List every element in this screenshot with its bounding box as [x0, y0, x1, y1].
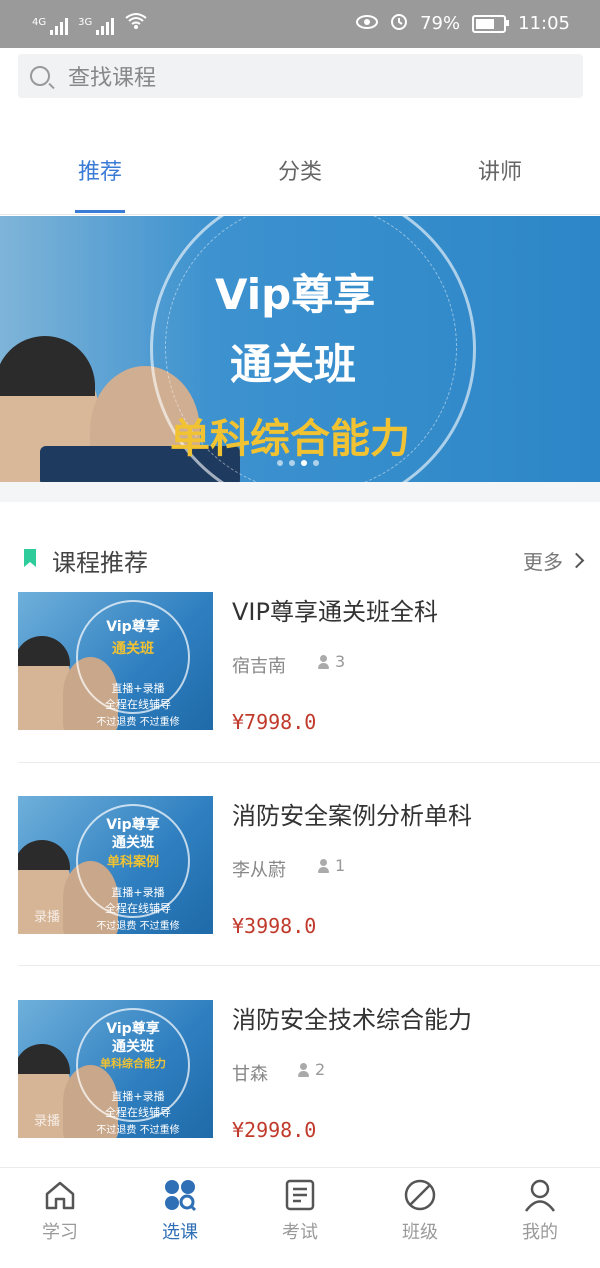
network-type-2: 3G	[78, 17, 93, 28]
thumb-tagline: 单科案例	[106, 855, 159, 870]
nav-mine[interactable]: 我的	[480, 1178, 600, 1244]
thumb-line: 不过退费 不过重修	[96, 921, 180, 932]
alarm-icon	[390, 12, 408, 35]
course-title: VIP尊享通关班全科	[232, 598, 438, 626]
thumb-subtitle: 通关班	[112, 835, 154, 851]
course-title: 消防安全案例分析单科	[232, 802, 472, 830]
search-bar[interactable]: 查找课程	[18, 54, 583, 98]
thumb-line: 直播+录播	[111, 682, 165, 695]
course-teacher: 宿吉南	[232, 656, 286, 677]
student-count-value: 1	[335, 856, 346, 875]
section-header: 课程推荐 更多	[0, 540, 600, 580]
nav-class[interactable]: 班级	[360, 1178, 480, 1244]
thumb-subtitle: 通关班	[112, 641, 154, 657]
banner-photo-hair	[0, 336, 95, 396]
course-thumbnail: Vip尊享 通关班 单科综合能力 录播 直播+录播 全程在线辅导 不过退费 不过…	[18, 1000, 213, 1138]
bookmark-icon	[24, 549, 36, 567]
nav-exam[interactable]: 考试	[240, 1178, 360, 1244]
carousel-dot[interactable]	[277, 460, 283, 466]
carousel-dot[interactable]	[313, 460, 319, 466]
thumb-line: 全程在线辅导	[105, 1106, 171, 1119]
carousel-dot-active[interactable]	[301, 460, 307, 466]
student-count: 3	[318, 652, 345, 671]
course-thumbnail: Vip尊享 通关班 直播+录播 全程在线辅导 不过退费 不过重修	[18, 592, 213, 730]
nav-courses[interactable]: 选课	[120, 1178, 240, 1244]
signal-icon-2: 3G	[78, 17, 115, 35]
thumb-line: 不过退费 不过重修	[96, 1125, 180, 1136]
banner-title: Vip尊享	[215, 270, 376, 319]
search-icon	[30, 66, 50, 86]
nav-label: 考试	[282, 1222, 318, 1243]
section-title: 课程推荐	[52, 549, 148, 577]
nav-study[interactable]: 学习	[0, 1178, 120, 1244]
user-icon	[318, 858, 329, 873]
student-count: 2	[298, 1060, 325, 1079]
thumb-title: Vip尊享	[106, 619, 160, 635]
thumb-tag: 录播	[34, 910, 61, 925]
nav-label: 学习	[42, 1222, 78, 1243]
student-count: 1	[318, 856, 345, 875]
status-bar: 4G 3G 79% 11:05	[0, 0, 600, 48]
bottom-nav: 学习 选课 考试 班级 我的	[0, 1167, 600, 1268]
thumb-title: Vip尊享	[106, 1021, 160, 1037]
promo-banner[interactable]: Vip尊享 通关班 单科综合能力	[0, 216, 600, 482]
wifi-icon	[124, 12, 148, 35]
eye-icon	[356, 13, 379, 34]
course-price: ¥2998.0	[232, 1118, 317, 1142]
thumb-line: 全程在线辅导	[105, 902, 171, 915]
tab-bar: 推荐 分类 讲师	[0, 130, 600, 215]
thumb-line: 直播+录播	[111, 1090, 165, 1103]
search-placeholder: 查找课程	[68, 66, 157, 91]
divider	[18, 965, 600, 966]
thumb-tag: 录播	[34, 1114, 61, 1129]
nav-label: 选课	[162, 1222, 198, 1243]
divider	[18, 762, 600, 763]
course-title: 消防安全技术综合能力	[232, 1006, 472, 1034]
carousel-dot[interactable]	[289, 460, 295, 466]
thumb-line: 全程在线辅导	[105, 698, 171, 711]
course-price: ¥3998.0	[232, 914, 317, 938]
class-icon	[403, 1178, 437, 1212]
more-link[interactable]: 更多	[523, 546, 585, 575]
user-icon	[523, 1178, 557, 1212]
tab-teacher[interactable]: 讲师	[440, 154, 560, 186]
carousel-indicator[interactable]	[277, 460, 319, 466]
nav-label: 我的	[522, 1222, 558, 1243]
grid-search-icon	[163, 1178, 197, 1212]
battery-icon	[472, 14, 510, 33]
course-thumbnail: Vip尊享 通关班 单科案例 录播 直播+录播 全程在线辅导 不过退费 不过重修	[18, 796, 213, 934]
tab-category[interactable]: 分类	[240, 154, 360, 186]
thumb-subtitle: 通关班	[112, 1039, 154, 1055]
exam-icon	[283, 1178, 317, 1212]
nav-label: 班级	[402, 1222, 438, 1243]
clock: 11:05	[518, 13, 570, 34]
course-item[interactable]: Vip尊享 通关班 单科案例 录播 直播+录播 全程在线辅导 不过退费 不过重修…	[0, 796, 600, 996]
more-label: 更多	[523, 550, 563, 574]
course-teacher: 甘森	[232, 1064, 268, 1085]
banner-tagline: 单科综合能力	[170, 416, 410, 462]
battery-percent: 79%	[420, 13, 461, 34]
signal-icon: 4G	[32, 17, 69, 35]
course-teacher: 李从蔚	[232, 860, 286, 881]
network-type: 4G	[32, 17, 47, 28]
banner-subtitle: 通关班	[230, 340, 357, 389]
chevron-right-icon	[568, 552, 585, 569]
user-icon	[318, 654, 329, 669]
section-gap	[0, 482, 600, 502]
thumb-title: Vip尊享	[106, 817, 160, 833]
tab-recommend[interactable]: 推荐	[40, 154, 160, 186]
course-price: ¥7998.0	[232, 710, 317, 734]
student-count-value: 2	[315, 1060, 326, 1079]
home-icon	[43, 1178, 77, 1212]
thumb-tagline: 单科综合能力	[100, 1057, 166, 1070]
thumb-line: 不过退费 不过重修	[96, 717, 180, 728]
thumb-line: 直播+录播	[111, 886, 165, 899]
student-count-value: 3	[335, 652, 346, 671]
user-icon	[298, 1062, 309, 1077]
tab-underline	[75, 210, 125, 213]
